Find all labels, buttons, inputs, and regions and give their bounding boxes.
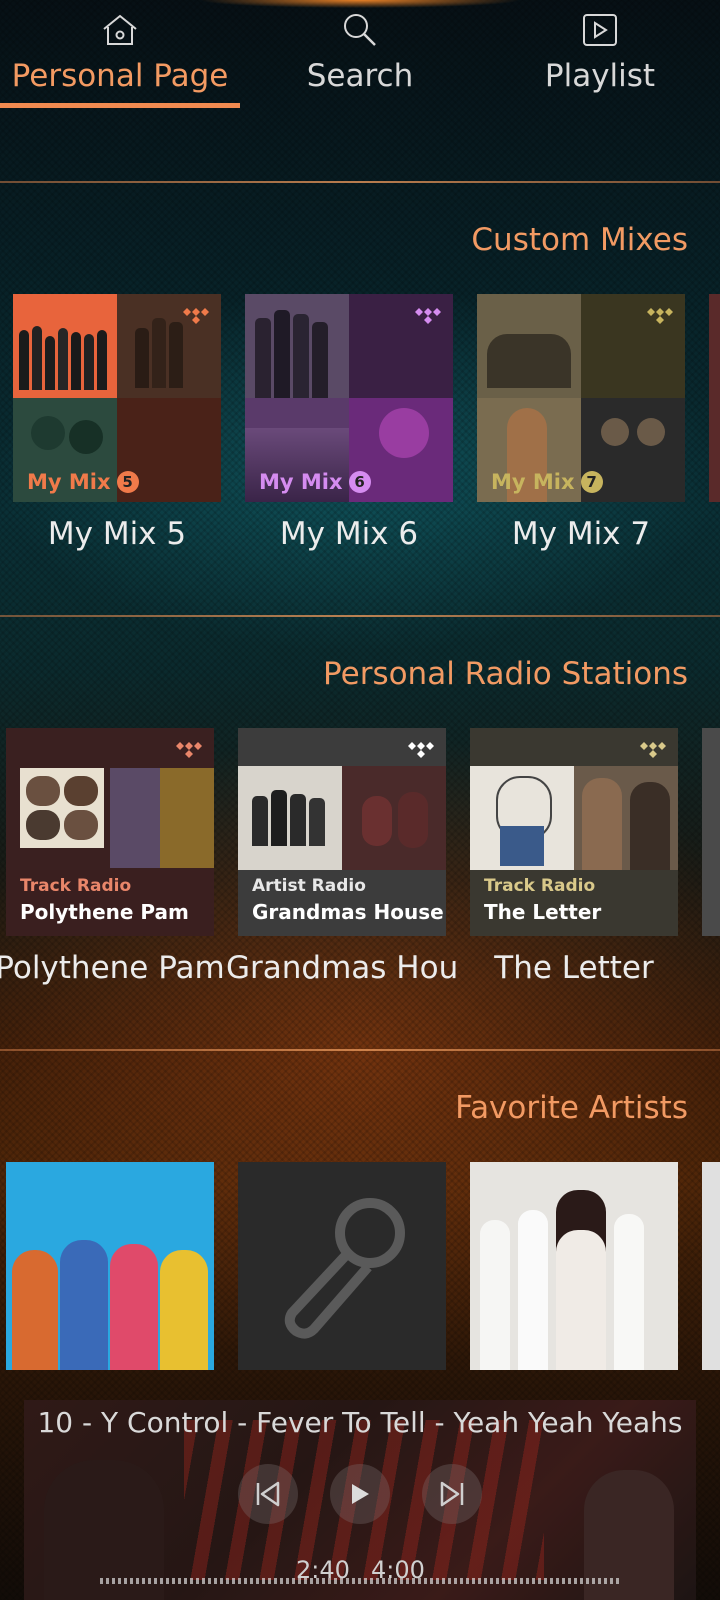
mix-card-7[interactable]: My Mix 7 [477,294,685,502]
progress-bar[interactable] [100,1578,620,1584]
microphone-icon [238,1162,446,1370]
radio-label[interactable]: Grandmas House [226,950,458,986]
section-divider [0,181,720,183]
artist-photo [12,1240,208,1370]
tab-bar: Personal Page Search Playlist [0,0,720,110]
next-button[interactable] [422,1464,482,1524]
skip-next-icon [440,1481,464,1507]
playlist-icon [480,10,720,50]
now-playing-title: 10 - Y Control - Fever To Tell - Yeah Ye… [37,1406,683,1439]
album-art [470,766,574,870]
radio-card-partial[interactable] [702,728,720,936]
radio-name: Polythene Pam [20,900,189,924]
artist-card-3[interactable] [470,1162,678,1370]
tab-playlist[interactable]: Playlist [480,0,720,110]
mix-badge: My Mix 7 [491,470,603,494]
mix-label[interactable]: My Mix 5 [1,516,233,552]
artist-photo [480,1190,644,1370]
artist-card-1[interactable] [6,1162,214,1370]
search-icon [240,10,480,50]
radio-info: Artist Radio Grandmas House [238,870,446,936]
active-tab-indicator [0,103,240,108]
tab-search[interactable]: Search [240,0,480,110]
tab-label: Personal Page [11,58,229,94]
mix-badge-text: My Mix [491,470,575,494]
radio-type: Track Radio [20,876,132,896]
album-art [238,766,342,870]
album-art [110,768,160,868]
album-art [342,766,446,870]
radio-name: The Letter [484,900,602,924]
artist-card-partial[interactable] [702,1162,720,1370]
tidal-icon [647,308,673,328]
album-art [13,294,117,398]
tab-label: Playlist [544,58,656,94]
section-divider [0,615,720,617]
tidal-icon [415,308,441,328]
mix-label[interactable]: My Mix 7 [465,516,697,552]
album-art [574,766,678,870]
mix-card-6[interactable]: My Mix 6 [245,294,453,502]
play-button[interactable] [330,1464,390,1524]
mix-badge-text: My Mix [259,470,343,494]
favorite-artists-title: Favorite Artists [455,1090,688,1126]
radio-card-polythene-pam[interactable]: Track Radio Polythene Pam [6,728,214,936]
mix-badge-number: 6 [348,471,371,493]
album-art [160,768,214,868]
radio-stations-title: Personal Radio Stations [323,656,688,692]
radio-name: Grandmas House [252,900,444,924]
album-art [477,294,581,398]
radio-info: Track Radio Polythene Pam [6,870,214,936]
previous-button[interactable] [238,1464,298,1524]
tidal-icon [408,742,434,762]
mix-label[interactable]: My Mix 6 [233,516,465,552]
radio-info: Track Radio The Letter [470,870,678,936]
album-art [20,768,104,848]
tab-label: Search [306,58,414,94]
radio-card-grandmas-house[interactable]: Artist Radio Grandmas House [238,728,446,936]
radio-type: Track Radio [484,876,596,896]
tidal-icon [183,308,209,328]
mix-badge: My Mix 6 [259,470,371,494]
artist-card-2[interactable] [238,1162,446,1370]
mix-badge-text: My Mix [27,470,111,494]
radio-card-the-letter[interactable]: Track Radio The Letter [470,728,678,936]
custom-mixes-title: Custom Mixes [471,222,688,258]
tidal-icon [176,742,202,762]
home-icon [0,10,240,50]
tab-personal-page[interactable]: Personal Page [0,0,240,110]
radio-type: Artist Radio [252,876,366,896]
mix-card-5[interactable]: My Mix 5 [13,294,221,502]
mix-card-partial[interactable] [709,294,720,502]
radio-label[interactable]: Polythene Pam [0,950,226,986]
tidal-icon [640,742,666,762]
radio-label[interactable]: The Letter [458,950,690,986]
mix-badge-number: 7 [580,471,603,493]
album-art [245,294,349,398]
mix-badge: My Mix 5 [27,470,139,494]
skip-previous-icon [256,1481,280,1507]
section-divider [0,1049,720,1051]
mix-badge-number: 5 [116,471,139,493]
play-icon [352,1484,369,1504]
